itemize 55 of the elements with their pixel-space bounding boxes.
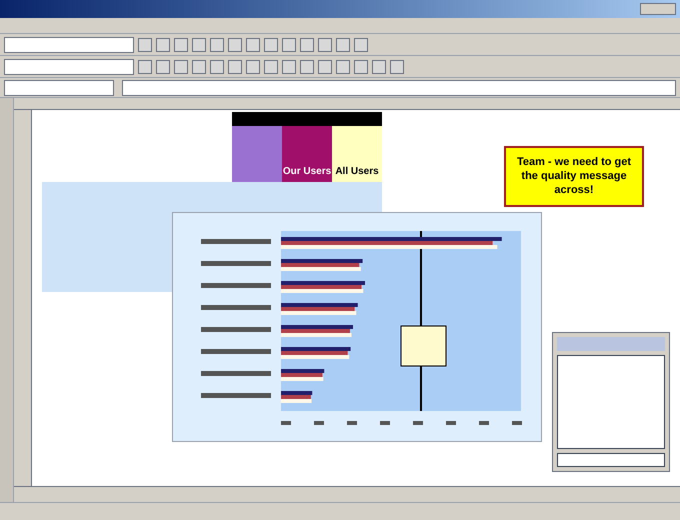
toolbar-icon[interactable] bbox=[228, 38, 242, 52]
toolbar-icon[interactable] bbox=[246, 60, 260, 74]
toolbar-icon[interactable] bbox=[156, 38, 170, 52]
toolbar-icon[interactable] bbox=[336, 38, 350, 52]
blurred-label-mark bbox=[201, 349, 271, 354]
toolbar-icon[interactable] bbox=[354, 60, 368, 74]
toolbar-icon[interactable] bbox=[300, 38, 314, 52]
column-header: All Users bbox=[332, 126, 382, 182]
toolbar-icon[interactable] bbox=[390, 60, 404, 74]
callout-note: Team - we need to get the quality message across! bbox=[504, 146, 644, 208]
blurred-label-mark bbox=[201, 283, 271, 288]
blurred-tick-mark bbox=[479, 421, 489, 425]
blurred-label-mark bbox=[201, 261, 271, 266]
blurred-tick-mark bbox=[314, 421, 324, 425]
toolbar-icon[interactable] bbox=[246, 38, 260, 52]
toolbar-icon[interactable] bbox=[192, 60, 206, 74]
blurred-label-mark bbox=[201, 305, 271, 310]
toolbar-icon[interactable] bbox=[264, 38, 278, 52]
blurred-label-mark bbox=[201, 371, 271, 376]
toolbar-icon[interactable] bbox=[156, 60, 170, 74]
toolbar-icon[interactable] bbox=[282, 38, 296, 52]
blurred-tick-mark bbox=[281, 421, 291, 425]
table-header-cell bbox=[232, 126, 282, 182]
toolbar-icon[interactable] bbox=[210, 38, 224, 52]
toolbar-icon[interactable] bbox=[174, 60, 188, 74]
blurred-tick-mark bbox=[446, 421, 456, 425]
column-header: Our Users bbox=[282, 126, 332, 182]
toolbar-icon[interactable] bbox=[354, 38, 368, 52]
blurred-label-mark bbox=[201, 393, 271, 398]
blurred-label-mark bbox=[201, 327, 271, 332]
toolbar-icon[interactable] bbox=[192, 38, 206, 52]
dropdown-field[interactable] bbox=[4, 58, 134, 74]
toolbar-icon[interactable] bbox=[372, 60, 386, 74]
dropdown-field[interactable] bbox=[557, 453, 665, 467]
toolbar-icon[interactable] bbox=[228, 60, 242, 74]
list-box[interactable] bbox=[557, 355, 665, 449]
toolbar-icon[interactable] bbox=[138, 38, 152, 52]
name-box[interactable] bbox=[4, 80, 114, 96]
toolbar-icon[interactable] bbox=[264, 60, 278, 74]
blurred-tick-mark bbox=[512, 421, 522, 425]
legend-box bbox=[400, 326, 446, 366]
toolbar-icon[interactable] bbox=[300, 60, 314, 74]
blurred-tick-mark bbox=[413, 421, 423, 425]
blurred-tick-mark bbox=[347, 421, 357, 425]
toolbar-icon[interactable] bbox=[138, 60, 152, 74]
toolbar-icon[interactable] bbox=[174, 38, 188, 52]
toolbar-icon[interactable] bbox=[336, 60, 350, 74]
blurred-label-mark bbox=[201, 239, 271, 244]
toolbar-icon[interactable] bbox=[210, 60, 224, 74]
toolbar-icon[interactable] bbox=[318, 38, 332, 52]
toolbar-icon[interactable] bbox=[282, 60, 296, 74]
formula-field[interactable] bbox=[122, 80, 676, 96]
toolbar-icon[interactable] bbox=[318, 60, 332, 74]
dropdown-field[interactable] bbox=[4, 36, 134, 52]
blurred-tick-mark bbox=[380, 421, 390, 425]
